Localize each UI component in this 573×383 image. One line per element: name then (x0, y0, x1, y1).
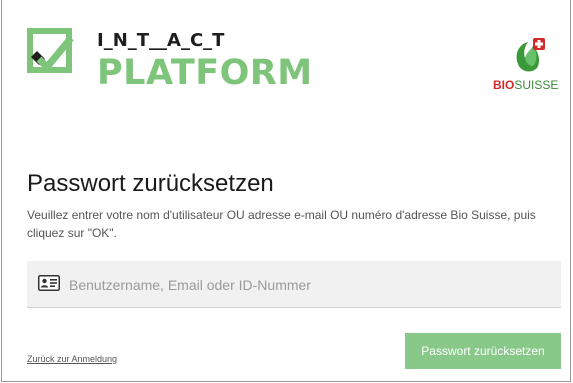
reset-password-button[interactable]: Passwort zurücksetzen (405, 333, 561, 369)
id-card-icon (38, 275, 60, 291)
bud-icon (516, 38, 545, 72)
logo-top-text: I_N_T__A_C_T (97, 30, 225, 51)
logo-bottom-text: PLATFORM (97, 53, 313, 93)
check-box-icon (27, 28, 74, 73)
username-input[interactable] (67, 271, 551, 299)
bio-suisse-wordmark: BIOSUISSE (493, 78, 559, 92)
bio-suisse-logo: BIOSUISSE (493, 36, 563, 96)
page-title: Passwort zurücksetzen (27, 170, 274, 197)
intact-platform-logo: I_N_T__A_C_T PLATFORM (27, 28, 327, 98)
back-to-login-link[interactable]: Zurück zur Anmeldung (27, 354, 117, 364)
username-field[interactable] (27, 261, 561, 308)
instructions-text: Veuillez entrer votre nom d'utilisateur … (27, 208, 536, 240)
